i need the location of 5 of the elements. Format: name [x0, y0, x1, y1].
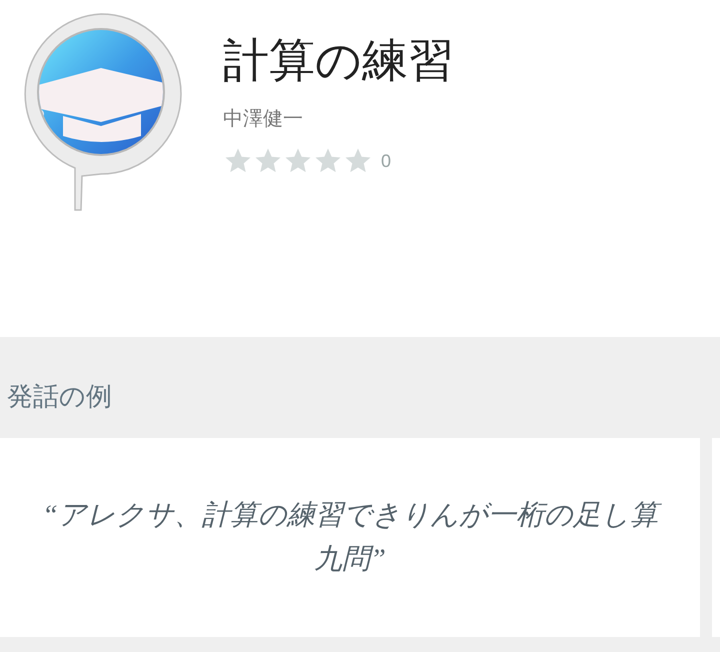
section-heading: 発話の例: [6, 380, 113, 413]
example-utterance: “アレクサ、計算の練習できりんが一桁の足し算九問”: [32, 494, 668, 582]
skill-title: 計算の練習: [223, 33, 454, 88]
author-name: 中澤健一: [223, 107, 304, 132]
rating-count: 0: [381, 150, 392, 172]
